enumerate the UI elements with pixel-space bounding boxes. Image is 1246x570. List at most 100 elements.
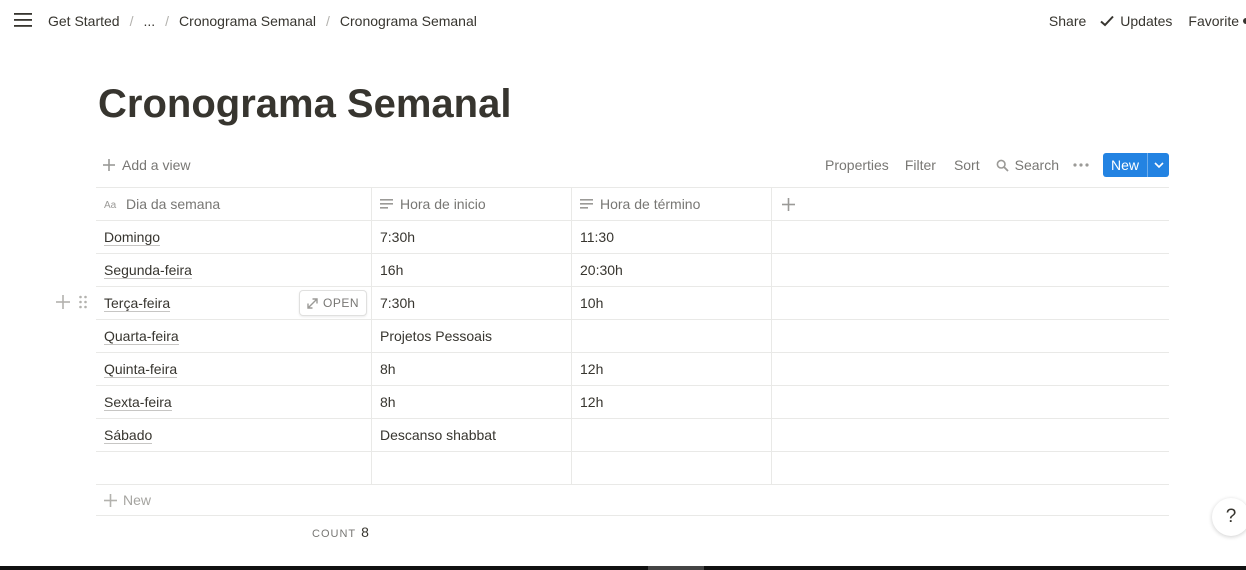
cell-empty[interactable]	[772, 221, 1169, 253]
view-toolbar: Add a view Properties Filter Sort Search…	[98, 150, 1169, 180]
cell-start[interactable]: 8h	[372, 353, 572, 385]
cell-start[interactable]: 8h	[372, 386, 572, 418]
column-header-label: Dia da semana	[126, 196, 221, 212]
table-row[interactable]: Sexta-feira 8h 12h	[96, 386, 1169, 419]
row-title[interactable]: Terça-feira	[104, 295, 171, 312]
breadcrumb-item[interactable]: Cronograma Semanal	[340, 13, 477, 29]
cell-end[interactable]	[572, 452, 772, 484]
cell-start[interactable]: 16h	[372, 254, 572, 286]
breadcrumb-item[interactable]: Get Started	[48, 13, 120, 29]
plus-icon	[782, 197, 795, 211]
top-actions: Share Updates Favorite	[1049, 0, 1246, 42]
row-title[interactable]: Quinta-feira	[104, 361, 178, 378]
cell-start[interactable]: 7:30h	[372, 221, 572, 253]
row-title[interactable]: Sábado	[104, 427, 153, 444]
cell-end[interactable]: 12h	[572, 353, 772, 385]
plus-icon	[104, 493, 117, 507]
help-button[interactable]: ?	[1212, 498, 1246, 536]
add-row-icon[interactable]	[56, 295, 70, 309]
open-button[interactable]: OPEN	[298, 290, 367, 316]
text-lines-icon	[580, 199, 593, 209]
table-row[interactable]: Quinta-feira 8h 12h	[96, 353, 1169, 386]
cell-empty[interactable]	[772, 386, 1169, 418]
row-title[interactable]: Quarta-feira	[104, 328, 179, 345]
column-header-label: Hora de inicio	[400, 196, 486, 212]
table-row[interactable]: Terça-feira OPEN 7:30h 10h	[96, 287, 1169, 320]
filter-button[interactable]: Filter	[905, 157, 936, 173]
text-property-icon: Aa	[104, 200, 117, 210]
cell-start[interactable]: Projetos Pessoais	[372, 320, 572, 352]
count-value: 8	[361, 524, 369, 540]
column-header-dia[interactable]: Aa Dia da semana	[96, 188, 372, 220]
favorite-button[interactable]: Favorite	[1188, 13, 1239, 29]
search-icon	[996, 159, 1009, 172]
cell-day[interactable]	[96, 452, 372, 484]
sort-button[interactable]: Sort	[954, 157, 980, 173]
row-title[interactable]: Segunda-feira	[104, 262, 192, 279]
more-options-button[interactable]	[1073, 163, 1089, 167]
expand-icon	[307, 297, 318, 309]
cell-empty[interactable]	[772, 320, 1169, 352]
cell-end[interactable]: 11:30	[572, 221, 772, 253]
add-view-button[interactable]: Add a view	[102, 157, 190, 173]
cell-day[interactable]: Sexta-feira	[96, 386, 372, 418]
cell-start[interactable]: 7:30h	[372, 287, 572, 319]
chevron-down-icon[interactable]	[1147, 153, 1169, 177]
new-button[interactable]: New	[1102, 153, 1169, 177]
count-label: COUNT	[312, 528, 357, 540]
row-title[interactable]: Sexta-feira	[104, 394, 172, 411]
new-button-label[interactable]: New	[1102, 153, 1147, 177]
text-lines-icon	[380, 199, 393, 209]
breadcrumb-separator: /	[165, 13, 170, 29]
cell-day[interactable]: Quinta-feira	[96, 353, 372, 385]
ellipsis-icon	[1073, 163, 1089, 167]
row-title[interactable]: Domingo	[104, 229, 161, 246]
cell-day[interactable]: Terça-feira OPEN	[96, 287, 372, 319]
cell-end[interactable]: 20:30h	[572, 254, 772, 286]
page-title: Cronograma Semanal	[98, 82, 512, 126]
cell-empty[interactable]	[772, 287, 1169, 319]
table-row[interactable]: Quarta-feira Projetos Pessoais	[96, 320, 1169, 353]
cell-start[interactable]: Descanso shabbat	[372, 419, 572, 451]
table-row[interactable]	[96, 452, 1169, 485]
table-row[interactable]: Sábado Descanso shabbat	[96, 419, 1169, 452]
updates-label: Updates	[1120, 13, 1173, 29]
cell-day[interactable]: Quarta-feira	[96, 320, 372, 352]
properties-button[interactable]: Properties	[825, 157, 889, 173]
search-button[interactable]: Search	[996, 157, 1059, 173]
cell-day[interactable]: Segunda-feira	[96, 254, 372, 286]
menu-icon[interactable]	[14, 12, 34, 30]
cell-day[interactable]: Domingo	[96, 221, 372, 253]
add-row-button[interactable]: New	[96, 485, 1169, 516]
cell-end[interactable]: 12h	[572, 386, 772, 418]
cell-empty[interactable]	[772, 452, 1169, 484]
breadcrumb-separator: /	[129, 13, 134, 29]
table-row[interactable]: Segunda-feira 16h 20:30h	[96, 254, 1169, 287]
drag-handle-icon[interactable]	[78, 294, 88, 310]
cell-empty[interactable]	[772, 419, 1169, 451]
row-handles	[56, 294, 88, 310]
scrollbar-thumb[interactable]	[648, 566, 704, 570]
table-header: Aa Dia da semana Hora de inicio Hora de …	[96, 187, 1169, 221]
cell-end[interactable]	[572, 419, 772, 451]
row-count[interactable]: COUNT 8	[312, 524, 369, 540]
cell-day[interactable]: Sábado	[96, 419, 372, 451]
column-header-hora-inicio[interactable]: Hora de inicio	[372, 188, 572, 220]
database-table: Aa Dia da semana Hora de inicio Hora de …	[96, 187, 1169, 485]
cell-end[interactable]: 10h	[572, 287, 772, 319]
cell-empty[interactable]	[772, 353, 1169, 385]
updates-button[interactable]: Updates	[1100, 13, 1172, 29]
svg-text:Aa: Aa	[104, 200, 117, 210]
breadcrumb-item[interactable]: ...	[143, 13, 155, 29]
add-column-button[interactable]	[772, 188, 1169, 220]
cell-empty[interactable]	[772, 254, 1169, 286]
cell-end[interactable]	[572, 320, 772, 352]
add-row-label: New	[123, 492, 152, 508]
cell-start[interactable]	[372, 452, 572, 484]
breadcrumb-item[interactable]: Cronograma Semanal	[179, 13, 316, 29]
table-row[interactable]: Domingo 7:30h 11:30	[96, 221, 1169, 254]
horizontal-scrollbar[interactable]	[0, 566, 1246, 570]
share-button[interactable]: Share	[1049, 13, 1086, 29]
column-header-hora-termino[interactable]: Hora de término	[572, 188, 772, 220]
view-tools: Properties Filter Sort Search New	[825, 153, 1169, 177]
